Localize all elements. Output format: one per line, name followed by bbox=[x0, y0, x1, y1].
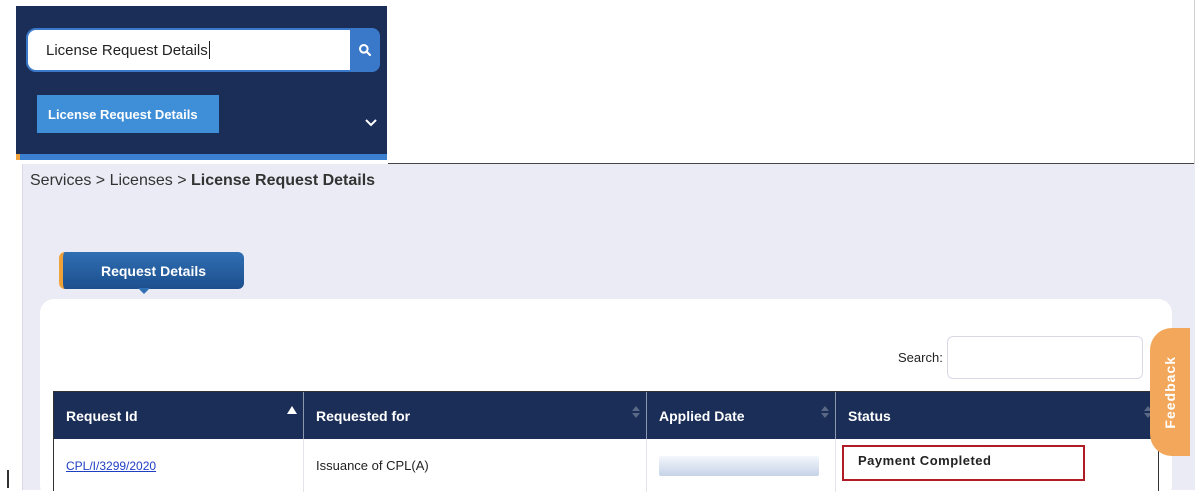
requests-table: Request Id Requested for Applied Date St… bbox=[53, 391, 1159, 492]
column-header-applied-date[interactable]: Applied Date bbox=[647, 392, 836, 439]
chevron-down-icon[interactable] bbox=[364, 116, 378, 130]
breadcrumb-current: License Request Details bbox=[190, 172, 376, 189]
menu-result-label: License Request Details bbox=[48, 106, 198, 122]
column-header-request-id[interactable]: Request Id bbox=[54, 392, 304, 439]
tab-request-details[interactable]: Request Details bbox=[59, 252, 244, 289]
table-search-label: Search: bbox=[898, 350, 943, 365]
breadcrumb-licenses[interactable]: Licenses bbox=[110, 172, 173, 189]
text-caret bbox=[208, 41, 210, 59]
menu-search-button[interactable] bbox=[350, 28, 380, 72]
sort-icon bbox=[632, 406, 640, 418]
feedback-button[interactable]: Feedback bbox=[1150, 328, 1190, 456]
column-label: Requested for bbox=[316, 407, 411, 424]
menu-bottom-strip bbox=[16, 154, 387, 160]
search-icon bbox=[359, 44, 372, 57]
column-label: Status bbox=[848, 407, 891, 424]
sort-icon bbox=[821, 406, 829, 418]
menu-search-input[interactable]: License Request Details bbox=[26, 28, 352, 72]
menu-search-panel: License Request Details License Request … bbox=[16, 6, 387, 160]
table-header: Request Id Requested for Applied Date St… bbox=[54, 392, 1158, 439]
cell-status: Payment Completed bbox=[836, 439, 1158, 492]
breadcrumb-separator: > bbox=[172, 172, 191, 189]
column-label: Applied Date bbox=[659, 407, 745, 424]
column-label: Request Id bbox=[66, 407, 138, 424]
breadcrumb: Services > Licenses > License Request De… bbox=[30, 172, 375, 190]
column-header-requested-for[interactable]: Requested for bbox=[304, 392, 647, 439]
table-search-input[interactable] bbox=[947, 336, 1143, 379]
table-row: CPL/I/3299/2020 Issuance of CPL(A) Payme… bbox=[54, 439, 1158, 492]
feedback-label: Feedback bbox=[1162, 355, 1178, 429]
breadcrumb-separator: > bbox=[91, 172, 110, 189]
request-id-link[interactable]: CPL/I/3299/2020 bbox=[66, 459, 156, 473]
breadcrumb-services[interactable]: Services bbox=[30, 172, 91, 189]
status-badge: Payment Completed bbox=[842, 444, 1085, 481]
menu-search-value: License Request Details bbox=[46, 41, 208, 59]
main-content: Services > Licenses > License Request De… bbox=[22, 164, 1195, 499]
tab-label: Request Details bbox=[100, 262, 207, 279]
tab-pointer bbox=[138, 288, 150, 294]
column-header-status[interactable]: Status bbox=[836, 392, 1158, 439]
sort-asc-icon bbox=[287, 406, 297, 414]
cell-applied-date bbox=[647, 439, 836, 492]
menu-result-license-request-details[interactable]: License Request Details bbox=[37, 95, 219, 133]
cell-request-id: CPL/I/3299/2020 bbox=[54, 439, 304, 492]
text-cursor-mark bbox=[7, 470, 9, 488]
applied-date-redacted bbox=[659, 455, 819, 476]
cell-requested-for: Issuance of CPL(A) bbox=[304, 439, 647, 492]
